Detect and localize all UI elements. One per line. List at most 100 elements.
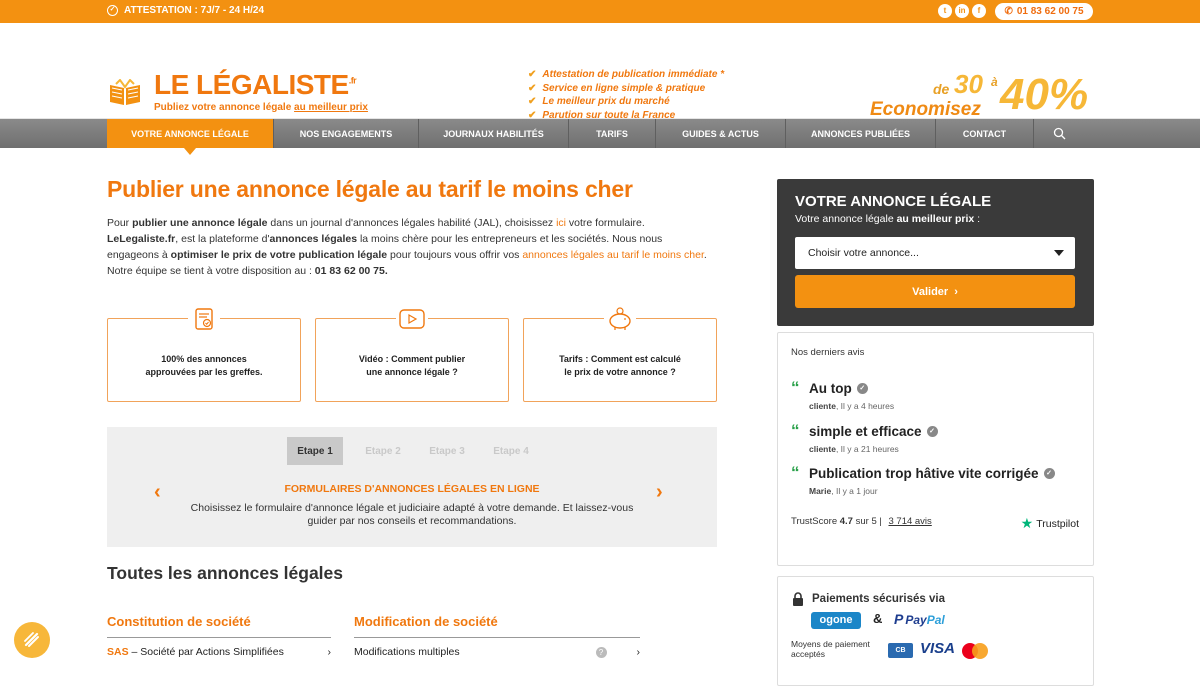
tab-etape-4[interactable]: Etape 4 [479,437,543,465]
nav-item-annonces-publiees[interactable]: ANNONCES PUBLIÉES [785,119,935,148]
logo-tld: .fr [348,75,357,86]
nav-item-contact[interactable]: CONTACT [935,119,1033,148]
category-title[interactable]: Modification de société [354,614,640,638]
intro-text: dans un journal d'annonces légales habil… [267,217,557,229]
features-list: ✔ Attestation de publication immédiate * … [528,68,724,122]
category-item[interactable]: Modifications multiples ? › [354,646,640,658]
info-cards: 100% des annonces approuvées par les gref… [107,305,717,402]
amp-sign: & [873,611,883,626]
category-constitution: Constitution de société SAS – Société pa… [107,614,331,658]
tab-etape-3[interactable]: Etape 3 [415,437,479,465]
facebook-icon[interactable]: f [972,4,986,18]
review-time: Il y a 4 heures [840,401,895,411]
verified-icon: ✓ [926,426,938,437]
nav-item-tarifs[interactable]: TARIFS [568,119,655,148]
tab-etape-2[interactable]: Etape 2 [351,437,415,465]
promo-a: à [991,75,998,89]
category-item[interactable]: SAS – Société par Actions Simplifiées › [107,646,331,658]
card-text: le prix de votre annonce ? [564,367,676,377]
trustscore: TrustScore 4.7 sur 5 | 3 714 avis [791,516,932,527]
caret-down-icon [1054,250,1064,256]
intro-paragraph: Pour publier une annonce légale dans un … [107,215,717,279]
lock-icon [793,592,803,606]
card-text: Tarifs : Comment est calculé [559,354,681,364]
chat-bubble-icon[interactable] [14,622,50,658]
quote-icon: “ [791,463,800,482]
avis-count-link[interactable]: 3 714 avis [888,516,931,527]
check-icon: ✔ [528,96,537,108]
paypal-logo: P PayPal [894,611,945,627]
search-icon[interactable] [1033,119,1085,148]
twitter-icon[interactable]: t [938,4,952,18]
social-links: t in f [938,4,986,18]
review-title: simple et efficace [809,424,922,439]
feature-item: ✔ Le meilleur prix du marché [528,95,724,109]
linkedin-icon[interactable]: in [955,4,969,18]
card-text: Vidéo : Comment publier [358,354,466,364]
subtitle-text: Votre annonce légale [795,213,897,225]
card-video[interactable]: Vidéo : Comment publier une annonce légal… [315,305,509,402]
step-description: Choisissez le formulaire d'annonce légal… [190,502,634,527]
category-title[interactable]: Constitution de société [107,614,331,638]
nav-item-votre-annonce[interactable]: VOTRE ANNONCE LÉGALE [107,119,273,155]
cb-card-logo: CB [888,643,913,658]
page-title: Publier une annonce légale au tarif le m… [107,176,633,202]
help-icon[interactable]: ? [595,647,607,658]
nav-item-engagements[interactable]: NOS ENGAGEMENTS [273,119,418,148]
annonce-select[interactable]: Choisir votre annonce... [795,237,1075,269]
chevron-right-icon: ? › [595,646,640,658]
category-item-bold: SAS [107,646,129,658]
annonce-box-subtitle: Votre annonce légale au meilleur prix : [795,213,980,225]
nav-item-guides[interactable]: GUIDES & ACTUS [655,119,785,148]
trustscore-label: TrustScore [791,516,838,527]
trustpilot-logo[interactable]: ★ Trustpilot [1021,515,1079,532]
tagline-text: Publiez votre annonce légale [154,102,295,113]
select-value: Choisir votre annonce... [808,247,919,259]
nav-item-journaux[interactable]: JOURNAUX HABILITÉS [418,119,568,148]
subtitle-bold: au meilleur prix [896,213,975,225]
savings-promo: de 30 à 40% Economisez [870,69,1095,123]
trustpilot-text: Trustpilot [1036,517,1079,530]
feature-text: Service en ligne simple & pratique [542,82,706,94]
tagline-highlight: au meilleur prix [294,102,368,113]
mastercard-logo-icon [962,643,988,659]
main-nav: VOTRE ANNONCE LÉGALE NOS ENGAGEMENTS JOU… [0,119,1200,155]
review-author: cliente [809,444,836,454]
attestation-notice: ✓ ATTESTATION : 7J/7 - 24 H/24 [107,5,264,16]
card-text: approuvées par les greffes. [145,367,263,377]
annonce-box: VOTRE ANNONCE LÉGALE Votre annonce légal… [777,179,1094,326]
all-annonces-title: Toutes les annonces légales [107,563,344,583]
logo-title[interactable]: LE LÉGALISTE.fr [154,69,357,101]
card-text: une annonce légale ? [366,367,458,377]
check-icon: ✔ [528,82,537,94]
category-modification: Modification de société Modifications mu… [354,614,640,658]
category-item-text: Modifications multiples [354,646,460,658]
valider-button[interactable]: Valider › [795,275,1075,308]
card-approved[interactable]: 100% des annonces approuvées par les gref… [107,305,301,402]
reviews-box: Nos derniers avis “ Au top ✓ cliente, Il … [777,332,1094,566]
visa-logo: VISA [920,640,956,657]
intro-text: pour toujours vous offrir vos [387,249,523,261]
tab-etape-1[interactable]: Etape 1 [287,437,343,465]
open-book-logo-icon[interactable] [108,79,142,107]
check-icon: ✔ [528,69,537,81]
paypal-text-1: Pay [905,613,927,627]
check-circle-icon: ✓ [107,5,118,16]
annonce-box-title: VOTRE ANNONCE LÉGALE [795,193,992,210]
trustscore-of: sur 5 [855,516,877,527]
quote-icon: “ [791,378,800,397]
intro-link-tarif[interactable]: annonces légales au tarif le moins cher [522,249,704,261]
intro-link-ici[interactable]: ici [556,217,566,229]
feature-item: ✔ Attestation de publication immédiate * [528,68,724,82]
verified-icon: ✓ [1043,468,1055,479]
payment-header: Paiements sécurisés via [792,592,945,606]
ogone-logo: ogone [811,612,861,629]
paypal-p-icon: P [894,611,904,627]
card-tarifs[interactable]: Tarifs : Comment est calculé le prix de v… [523,305,717,402]
category-item-text: – Société par Actions Simplifiées [128,646,284,658]
attestation-text: ATTESTATION : 7J/7 - 24 H/24 [124,5,265,16]
payment-title: Paiements sécurisés via [812,593,945,605]
steps-carousel: Etape 1 Etape 2 Etape 3 Etape 4 ‹ › FORM… [107,427,717,547]
phone-button[interactable]: ✆ 01 83 62 00 75 [995,3,1093,20]
intro-text: votre formulaire. [566,217,645,229]
